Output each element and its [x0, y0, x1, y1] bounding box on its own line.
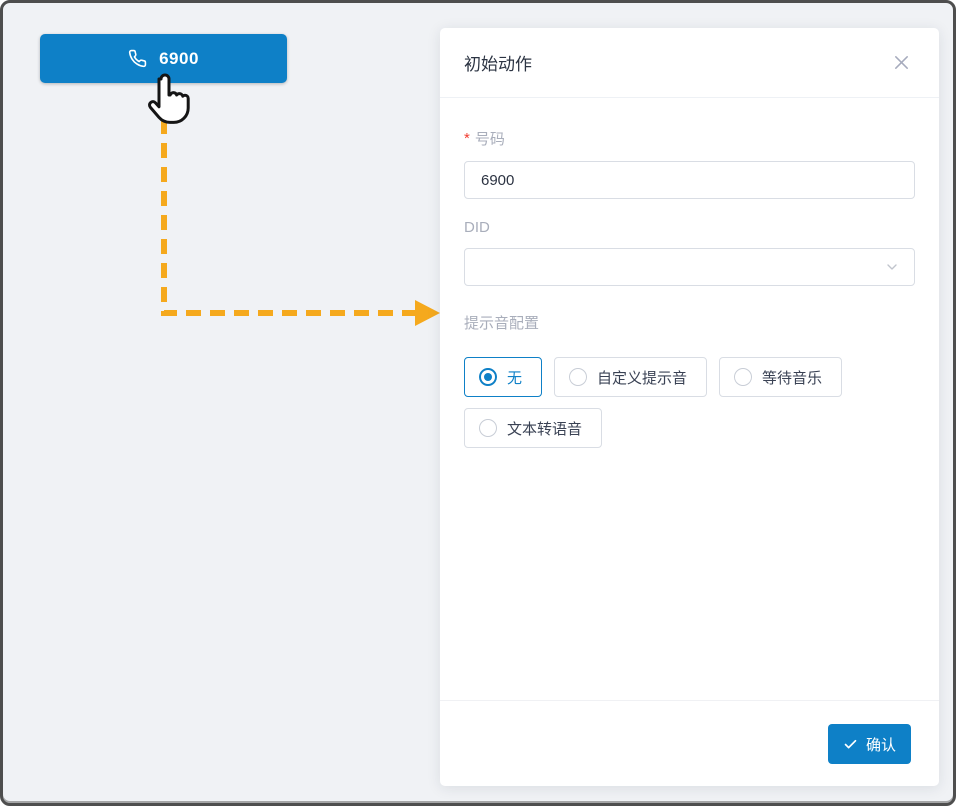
radio-option-label: 文本转语音: [507, 418, 582, 439]
radio-option-label: 自定义提示音: [597, 367, 687, 388]
prompt-tone-group: 提示音配置 无 自定义提示音 等待音乐: [464, 312, 915, 448]
panel-body: * 号码 DID 提示音配置 无: [440, 98, 939, 700]
close-icon: [892, 53, 911, 72]
radio-selected-icon: [479, 368, 497, 386]
radio-option-custom-prompt[interactable]: 自定义提示音: [554, 357, 707, 397]
panel-title: 初始动作: [464, 50, 532, 75]
close-button[interactable]: [888, 49, 915, 76]
prompt-tone-options: 无 自定义提示音 等待音乐 文本转语音: [464, 357, 915, 448]
number-input[interactable]: [464, 161, 915, 199]
app-window: 6900 初始动作 * 号码 DID: [0, 0, 956, 806]
number-field-group: * 号码: [464, 128, 915, 199]
panel-footer: 确认: [440, 700, 939, 786]
number-label: * 号码: [464, 128, 915, 149]
chevron-down-icon: [884, 259, 900, 275]
phone-icon: [128, 49, 147, 68]
radio-unselected-icon: [569, 368, 587, 386]
required-asterisk: *: [464, 130, 470, 147]
radio-unselected-icon: [479, 419, 497, 437]
flow-node-label: 6900: [159, 49, 199, 69]
did-field-group: DID: [464, 219, 915, 286]
radio-option-none[interactable]: 无: [464, 357, 542, 397]
number-label-text: 号码: [475, 128, 505, 149]
did-select[interactable]: [464, 248, 915, 286]
radio-option-waiting-music[interactable]: 等待音乐: [719, 357, 842, 397]
radio-option-text-to-speech[interactable]: 文本转语音: [464, 408, 602, 448]
radio-option-label: 无: [507, 367, 522, 388]
confirm-button-label: 确认: [866, 734, 896, 755]
check-icon: [843, 737, 858, 752]
panel-header: 初始动作: [440, 28, 939, 98]
initial-action-panel: 初始动作 * 号码 DID: [440, 28, 939, 786]
radio-option-label: 等待音乐: [762, 367, 822, 388]
prompt-tone-label: 提示音配置: [464, 312, 915, 333]
did-label: DID: [464, 219, 915, 236]
flow-node-6900[interactable]: 6900: [40, 34, 287, 83]
confirm-button[interactable]: 确认: [828, 724, 911, 764]
radio-unselected-icon: [734, 368, 752, 386]
